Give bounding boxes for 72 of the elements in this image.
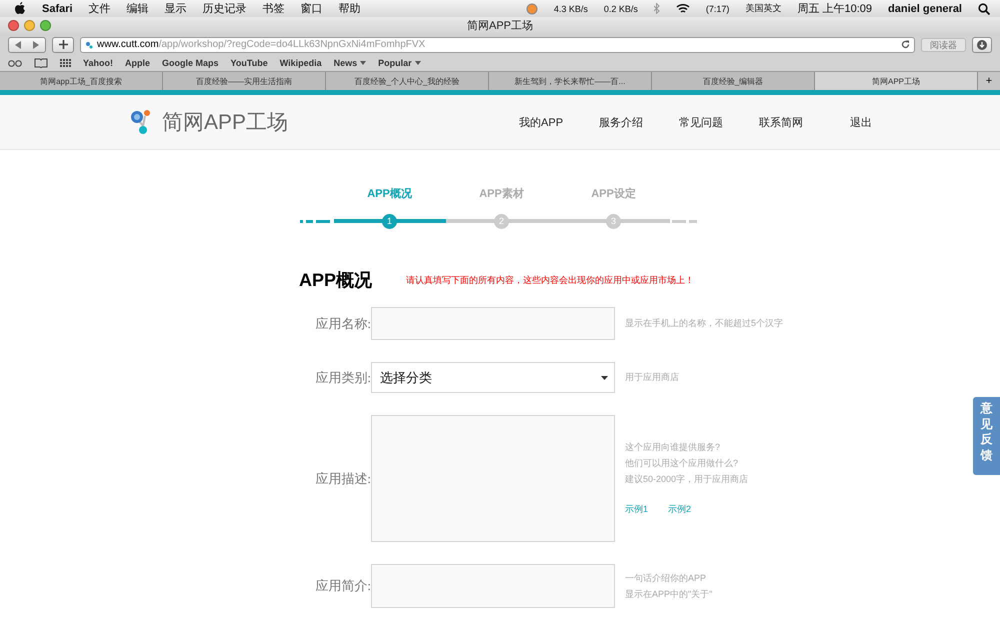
top-sites-grid-icon[interactable] <box>60 59 71 67</box>
field-hint: 这个应用向谁提供服务? <box>625 441 722 454</box>
url-text: www.cutt.com/app/workshop/?regCode=do4LLk63NpnGxNi4mFomhpFVX <box>97 39 426 50</box>
caret-icon <box>360 61 366 65</box>
download-icon <box>977 40 987 50</box>
back-forward-button[interactable] <box>8 36 46 52</box>
caret-icon <box>601 376 608 380</box>
clock[interactable]: 周五 上午10:09 <box>797 1 872 16</box>
reading-list-icon[interactable] <box>8 60 22 66</box>
menu-item[interactable]: 文件 <box>88 1 111 16</box>
field-hint: 显示在APP中的"关于" <box>625 588 712 600</box>
field-hint: 显示在手机上的名称，不能超过5个汉字 <box>625 317 784 330</box>
bookmark-link[interactable]: Apple <box>125 58 150 68</box>
category-select[interactable]: 选择分类 <box>371 362 615 393</box>
field-label: 应用简介: <box>314 577 371 595</box>
menu-item[interactable]: 书签 <box>262 1 285 16</box>
activity-icon <box>526 2 538 14</box>
favicon-icon <box>85 40 93 48</box>
reader-button[interactable]: 阅读器 <box>921 38 966 52</box>
bookmarks-book-icon[interactable] <box>34 58 48 68</box>
reload-icon[interactable] <box>901 40 910 49</box>
new-tab-button[interactable]: + <box>978 72 1000 90</box>
notice-text: 请认真填写下面的所有内容，这些内容会出现你的应用中或应用市场上！ <box>406 274 694 286</box>
step-label: APP设定 <box>591 186 636 201</box>
field-hint: 他们可以用这个应用做什么? <box>625 457 740 470</box>
nav-link[interactable]: 服务介绍 <box>581 114 662 130</box>
input-source[interactable]: 美国英文 <box>745 2 782 15</box>
field-hint: 建议50-2000字，用于应用商店 <box>625 473 748 486</box>
apple-logo-icon[interactable] <box>14 2 26 15</box>
download-speed: 4.3 KB/s <box>554 4 588 14</box>
nav-link[interactable]: 退出 <box>821 114 902 130</box>
downloads-button[interactable] <box>972 36 992 52</box>
plus-icon <box>58 40 68 49</box>
bookmark-menu[interactable]: News <box>334 58 366 68</box>
address-field[interactable]: www.cutt.com/app/workshop/?regCode=do4LLk63NpnGxNi4mFomhpFVX <box>80 36 915 52</box>
bookmark-link[interactable]: Google Maps <box>162 58 219 68</box>
wifi-icon[interactable] <box>676 3 690 14</box>
add-button[interactable] <box>52 36 74 52</box>
bookmark-link[interactable]: YouTube <box>230 58 268 68</box>
bookmark-link[interactable]: Wikipedia <box>280 58 322 68</box>
caret-icon <box>414 61 421 65</box>
battery-status[interactable]: (7:17) <box>706 4 730 14</box>
back-forward-icon <box>15 40 39 48</box>
app-name-input[interactable] <box>371 307 615 340</box>
app-menu[interactable]: Safari <box>42 2 73 14</box>
menu-item[interactable]: 显示 <box>164 1 187 16</box>
menu-item[interactable]: 帮助 <box>338 1 361 16</box>
field-hint: 一句话介绍你的APP <box>625 572 708 584</box>
browser-tab[interactable]: 简网APP工场 <box>815 72 978 90</box>
field-hint: 用于应用商店 <box>625 371 679 384</box>
nav-link[interactable]: 常见问题 <box>661 114 742 130</box>
field-label: 应用类别: <box>314 368 371 386</box>
zoom-button[interactable] <box>40 20 51 31</box>
step-number: 1 <box>382 214 397 228</box>
site-logo-text[interactable]: 简网APP工场 <box>162 108 288 136</box>
user-name[interactable]: daniel general <box>888 2 962 14</box>
window-title: 简网APP工场 <box>466 19 533 33</box>
field-label: 应用名称: <box>314 314 371 332</box>
search-icon[interactable] <box>978 2 990 14</box>
nav-link[interactable]: 联系简网 <box>741 114 822 130</box>
step-label: APP素材 <box>479 186 524 201</box>
upload-speed: 0.2 KB/s <box>604 4 638 14</box>
field-label: 应用描述: <box>314 470 371 488</box>
bookmark-link[interactable]: Yahoo! <box>83 58 114 68</box>
menu-item[interactable]: 窗口 <box>300 1 323 16</box>
form-title: APP概况 <box>299 269 372 292</box>
menu-item[interactable]: 历史记录 <box>202 1 247 16</box>
menu-item[interactable]: 编辑 <box>126 1 149 16</box>
nav-link[interactable]: 我的APP <box>501 114 582 130</box>
step-label: APP概况 <box>367 186 412 201</box>
close-button[interactable] <box>8 20 19 31</box>
bookmark-menu[interactable]: Popular <box>378 58 421 68</box>
